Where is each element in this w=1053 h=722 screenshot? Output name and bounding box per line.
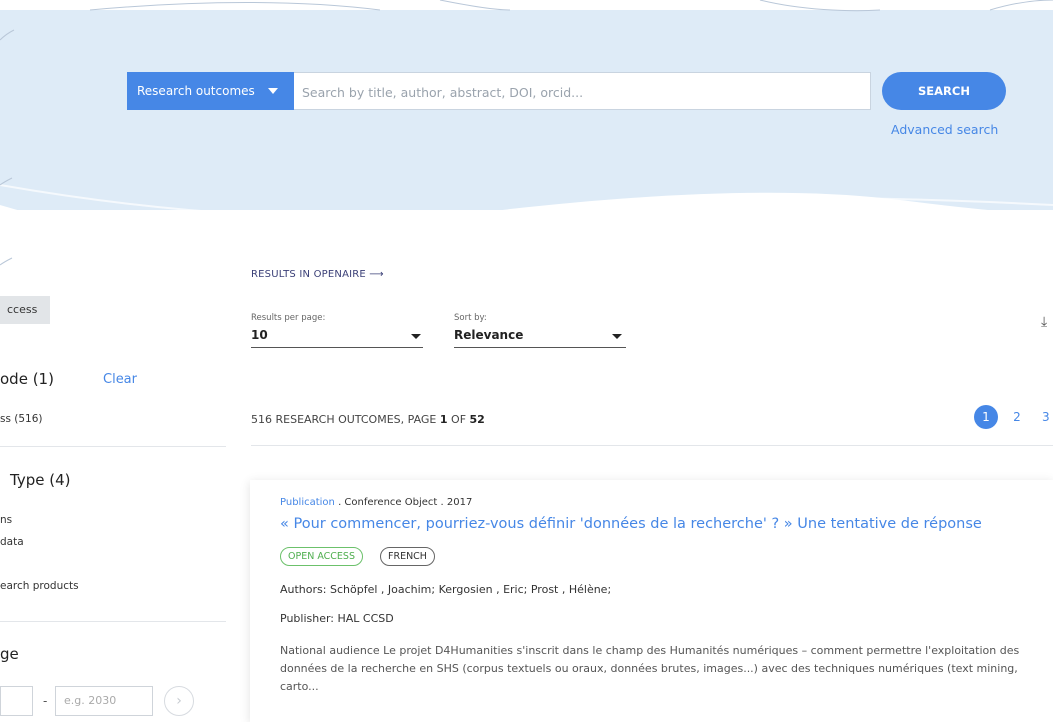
publisher-value: HAL CCSD xyxy=(337,612,394,625)
facet-divider xyxy=(0,621,226,622)
pagination-page-2[interactable]: 2 xyxy=(1005,405,1029,429)
search-type-label: Research outcomes xyxy=(137,84,255,98)
range-dash: - xyxy=(43,694,48,708)
caret-down-icon[interactable] xyxy=(411,334,421,339)
result-title-link[interactable]: « Pour commencer, pourriez-vous définir … xyxy=(280,516,982,532)
results-separator xyxy=(251,445,1053,446)
authors-label: Authors: xyxy=(280,583,327,596)
results-page-total: 52 xyxy=(469,413,485,426)
result-type-link[interactable]: Publication xyxy=(280,497,335,508)
results-per-page-value[interactable]: 10 xyxy=(251,328,268,342)
facet-title-range: ge xyxy=(0,645,19,663)
facet-option-other-research-products[interactable]: earch products xyxy=(0,580,79,592)
results-page-current: 1 xyxy=(439,413,448,426)
result-meta-rest: . Conference Object . 2017 xyxy=(334,497,473,508)
results-in-openaire-link[interactable]: RESULTS IN OPENAIRE ⟶ xyxy=(251,269,384,280)
publisher-label: Publisher: xyxy=(280,612,335,625)
result-authors: Authors: Schöpfel , Joachim; Kergosien ,… xyxy=(280,583,611,596)
chevron-right-icon[interactable]: › xyxy=(164,686,194,716)
facet-option-open-access[interactable]: ss (516) xyxy=(0,413,43,425)
results-count-text: RESEARCH OUTCOMES, PAGE xyxy=(275,413,437,426)
sort-by-value[interactable]: Relevance xyxy=(454,328,523,342)
results-count-total: 516 xyxy=(251,413,272,426)
pagination-page-3[interactable]: 3 xyxy=(1036,405,1053,429)
sort-by-underline xyxy=(454,347,626,348)
search-input[interactable] xyxy=(300,77,864,107)
caret-down-icon[interactable] xyxy=(612,334,622,339)
search-type-dropdown[interactable]: Research outcomes xyxy=(127,72,294,110)
hero-banner xyxy=(0,0,1053,300)
year-to-input[interactable]: e.g. 2030 xyxy=(55,686,153,716)
results-count: 516 RESEARCH OUTCOMES, PAGE 1 OF 52 xyxy=(251,413,485,426)
results-per-page-label: Results per page: xyxy=(251,313,326,323)
authors-value: Schöpfel , Joachim; Kergosien , Eric; Pr… xyxy=(329,583,612,596)
search-button[interactable]: SEARCH xyxy=(882,72,1006,110)
language-badge: FRENCH xyxy=(380,547,435,566)
year-from-input[interactable] xyxy=(0,686,33,716)
facet-option-research-data[interactable]: data xyxy=(0,536,24,548)
result-meta: Publication . Conference Object . 2017 xyxy=(280,497,472,508)
facet-title-access-mode: ode (1) xyxy=(0,370,54,388)
hero-waves xyxy=(0,0,1053,300)
advanced-search-link[interactable]: Advanced search xyxy=(891,122,998,137)
result-publisher: Publisher: HAL CCSD xyxy=(280,612,394,625)
results-per-page-underline xyxy=(251,347,423,348)
sort-by-label: Sort by: xyxy=(454,313,487,323)
facet-divider xyxy=(0,446,226,447)
active-filter-chip[interactable]: ccess xyxy=(0,296,50,324)
results-page-of: OF xyxy=(451,413,467,426)
facet-option-publications[interactable]: ns xyxy=(0,514,12,526)
caret-down-icon xyxy=(268,88,278,94)
pagination-page-1[interactable]: 1 xyxy=(974,405,998,429)
open-access-badge: OPEN ACCESS xyxy=(280,547,363,566)
facet-title-type: Type (4) xyxy=(10,471,71,489)
download-icon[interactable]: ⤓ xyxy=(1041,314,1047,330)
clear-filters-link[interactable]: Clear xyxy=(103,372,137,387)
result-description: National audience Le projet D4Humanities… xyxy=(280,644,1020,693)
